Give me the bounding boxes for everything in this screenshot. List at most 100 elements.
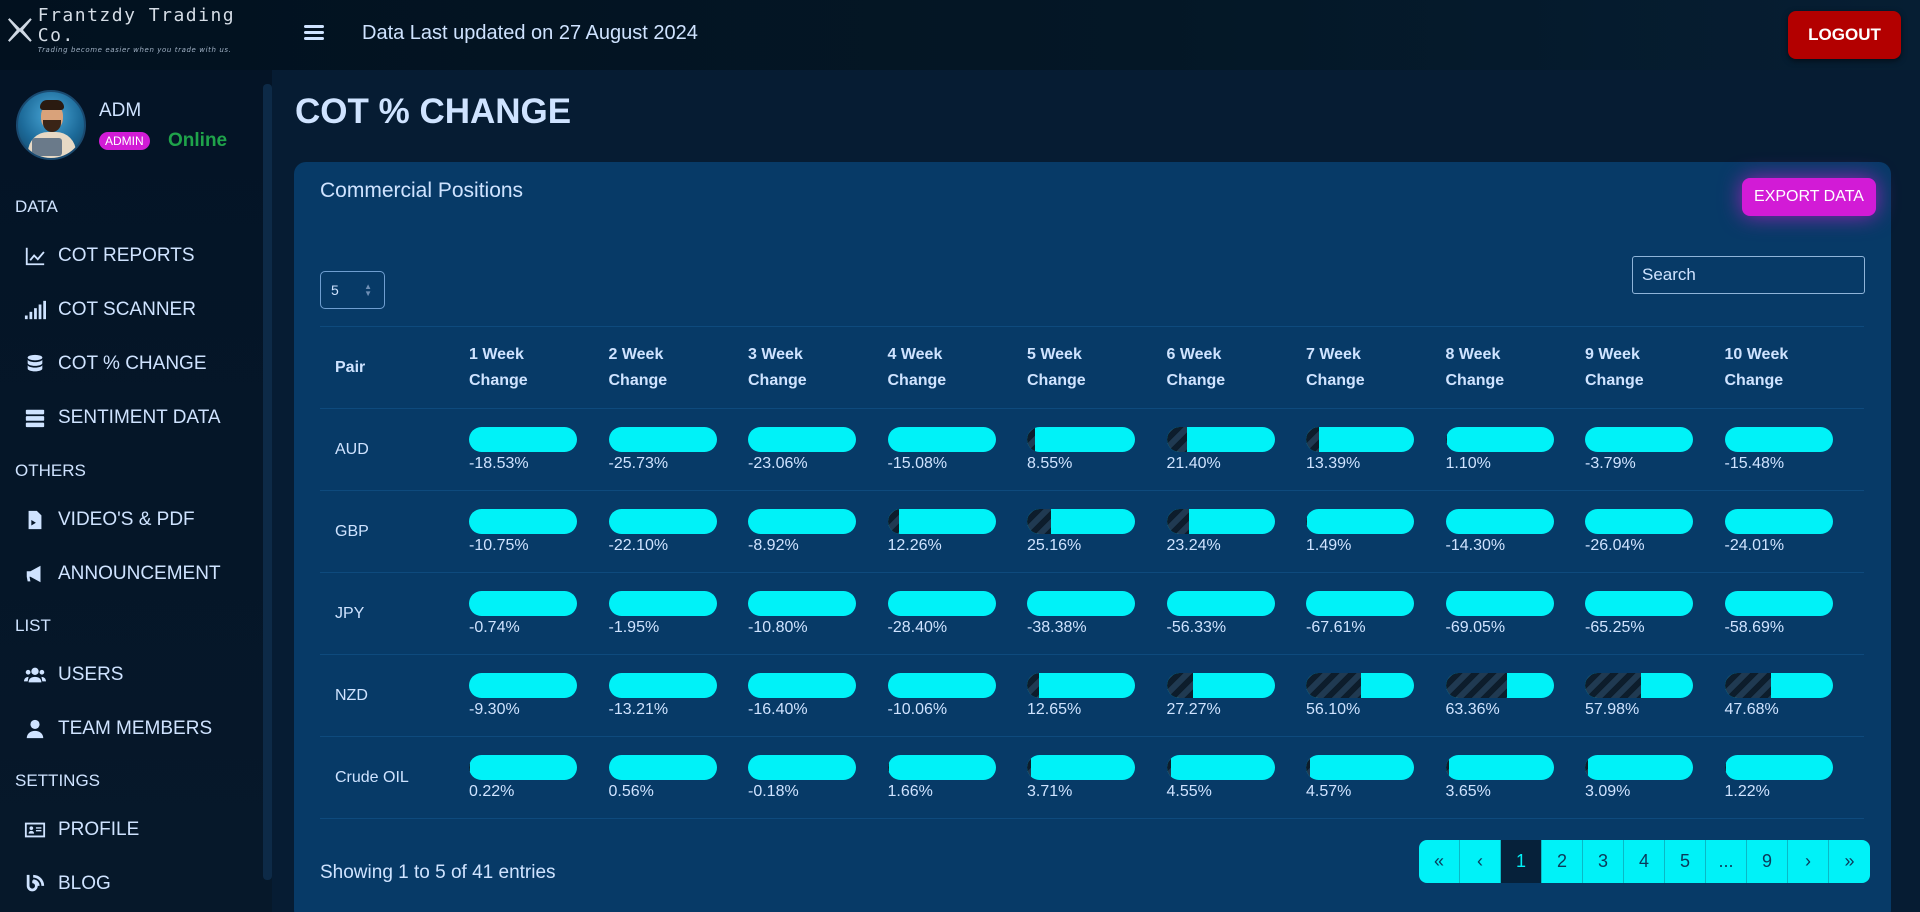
change-value: 27.27% xyxy=(1166,700,1221,718)
change-cell: -14.30% xyxy=(1445,490,1585,573)
change-value: -58.69% xyxy=(1724,618,1785,636)
sidebar-item-label: COT SCANNER xyxy=(58,299,196,320)
change-value: 0.22% xyxy=(469,782,515,800)
column-header-week-9[interactable]: 9 Week Change xyxy=(1585,326,1725,409)
page-button[interactable]: 1 xyxy=(1501,840,1542,883)
change-value: -18.53% xyxy=(469,454,529,472)
change-bar xyxy=(469,590,577,616)
sidebar-item-cot-reports[interactable]: COT REPORTS xyxy=(22,238,257,274)
change-cell: 3.09% xyxy=(1585,736,1725,819)
change-bar xyxy=(469,754,577,780)
change-bar xyxy=(1306,426,1414,452)
change-bar xyxy=(608,672,717,698)
page-button[interactable]: › xyxy=(1788,840,1829,883)
column-header-week-6[interactable]: 6 Week Change xyxy=(1166,326,1306,409)
change-bar xyxy=(1027,426,1135,452)
change-bar xyxy=(748,508,856,534)
change-value: 8.55% xyxy=(1027,454,1073,472)
change-cell: 1.10% xyxy=(1445,408,1585,491)
sidebar-item-label: BLOG xyxy=(58,873,111,894)
change-value: 1.22% xyxy=(1724,782,1770,800)
sidebar-item-users[interactable]: USERS xyxy=(22,657,257,693)
column-header-week-2[interactable]: 2 Week Change xyxy=(608,326,748,409)
sidebar-item-profile[interactable]: PROFILE xyxy=(22,812,257,848)
user-name: ADM xyxy=(99,100,142,121)
sidebar-item-label: SENTIMENT DATA xyxy=(58,407,221,428)
change-value: 3.09% xyxy=(1585,782,1631,800)
sidebar-item-label: VIDEO'S & PDF xyxy=(58,509,195,530)
change-cell: -10.06% xyxy=(887,654,1027,737)
change-bar xyxy=(887,426,996,452)
change-bar xyxy=(1585,426,1693,452)
table-row: JPY -0.74% -1.95% -10.80% -28.40% -38.38% -56.… xyxy=(320,572,1864,655)
sidebar-item-sentiment-data[interactable]: SENTIMENT DATA xyxy=(22,400,257,436)
change-value: 63.36% xyxy=(1445,700,1500,718)
page-button[interactable]: « xyxy=(1419,840,1460,883)
change-cell: -16.40% xyxy=(748,654,888,737)
change-value: -65.25% xyxy=(1585,618,1645,636)
logout-button[interactable]: LOGOUT xyxy=(1788,11,1901,59)
change-cell: 12.26% xyxy=(887,490,1027,573)
export-data-button[interactable]: EXPORT DATA xyxy=(1742,178,1876,216)
column-header-week-5[interactable]: 5 Week Change xyxy=(1027,326,1167,409)
page-button[interactable]: 4 xyxy=(1624,840,1665,883)
page-size-select[interactable]: 5 ▲ ▼ xyxy=(320,271,385,309)
change-bar-fill xyxy=(1306,672,1361,698)
table-row: AUD -18.53% -25.73% -23.06% -15.08% 8.55% 21.4… xyxy=(320,408,1864,491)
column-header-week-7[interactable]: 7 Week Change xyxy=(1306,326,1446,409)
sidebar-item-announcement[interactable]: ANNOUNCEMENT xyxy=(22,556,257,592)
change-bar-fill xyxy=(1166,426,1188,452)
change-bar xyxy=(1166,754,1275,780)
pagination: «‹ 1 2 3 4 5... 9 ›» xyxy=(1419,840,1870,883)
brand-logo[interactable]: Frantzdy Trading Co. Trading become easi… xyxy=(6,6,266,54)
server-icon xyxy=(25,409,45,428)
page-button[interactable]: ... xyxy=(1706,840,1747,883)
change-value: -10.75% xyxy=(469,536,529,554)
signal-bars-icon xyxy=(24,300,46,320)
page-button[interactable]: » xyxy=(1829,840,1870,883)
column-header-week-3[interactable]: 3 Week Change xyxy=(748,326,888,409)
search-input[interactable] xyxy=(1632,256,1865,294)
column-header-week-4[interactable]: 4 Week Change xyxy=(887,326,1027,409)
change-bar-fill xyxy=(1585,754,1588,780)
change-cell: -23.06% xyxy=(748,408,888,491)
change-bar-fill xyxy=(1724,754,1726,780)
avatar[interactable] xyxy=(16,90,86,160)
change-cell: -69.05% xyxy=(1445,572,1585,655)
change-bar xyxy=(608,508,717,534)
sidebar-item-label: USERS xyxy=(58,664,124,685)
change-cell: -13.21% xyxy=(608,654,748,737)
column-header-week-1[interactable]: 1 Week Change xyxy=(469,326,609,409)
change-bar xyxy=(469,508,577,534)
change-value: -0.74% xyxy=(469,618,520,636)
sidebar-item-cot-change[interactable]: COT % CHANGE xyxy=(22,346,257,382)
column-header-week-8[interactable]: 8 Week Change xyxy=(1445,326,1585,409)
sidebar-scrollbar[interactable] xyxy=(263,84,272,880)
change-cell: 4.55% xyxy=(1166,736,1306,819)
menu-toggle-icon[interactable] xyxy=(302,22,326,46)
change-bar xyxy=(1445,672,1554,698)
page-button[interactable]: 5 xyxy=(1665,840,1706,883)
change-bar-fill xyxy=(1445,672,1508,698)
change-bar-fill xyxy=(608,754,610,780)
sidebar-item-team-members[interactable]: TEAM MEMBERS xyxy=(22,711,257,747)
page-button[interactable]: ‹ xyxy=(1460,840,1501,883)
change-bar xyxy=(1027,508,1135,534)
page-button[interactable]: 2 xyxy=(1542,840,1583,883)
sidebar-item-videos-pdf[interactable]: VIDEO'S & PDF xyxy=(22,502,257,538)
page-button[interactable]: 9 xyxy=(1747,840,1788,883)
section-list: LIST xyxy=(15,616,51,635)
page-button[interactable]: 3 xyxy=(1583,840,1624,883)
pair-cell: GBP xyxy=(320,490,469,573)
sidebar-item-blog[interactable]: BLOG xyxy=(22,866,257,902)
change-cell: -18.53% xyxy=(469,408,609,491)
file-video-icon xyxy=(28,510,42,530)
column-header-week-10[interactable]: 10 Week Change xyxy=(1724,326,1864,409)
change-cell: 4.57% xyxy=(1306,736,1446,819)
change-bar xyxy=(748,672,856,698)
change-bar xyxy=(1445,426,1554,452)
pair-cell: NZD xyxy=(320,654,469,737)
column-header-pair[interactable]: Pair xyxy=(320,326,469,409)
sidebar-item-label: COT REPORTS xyxy=(58,245,195,266)
sidebar-item-cot-scanner[interactable]: COT SCANNER xyxy=(22,292,257,328)
